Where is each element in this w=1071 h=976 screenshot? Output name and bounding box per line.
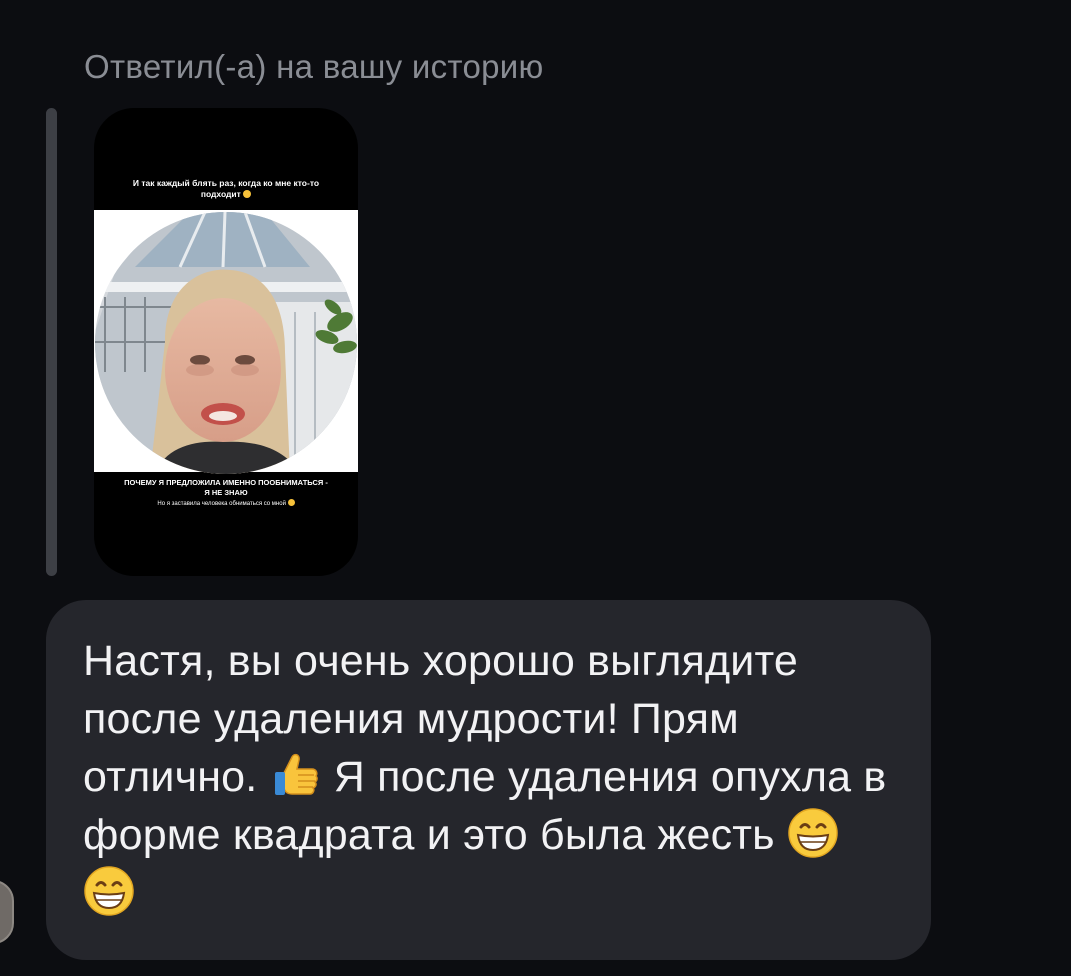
chat-screen: Ответил(-а) на вашу историю И так каждый… [0, 0, 1071, 976]
grimacing-face-icon [287, 499, 295, 506]
beaming-face-icon [83, 865, 135, 917]
beaming-face-icon [787, 807, 839, 859]
story-top-caption-text: И так каждый блять раз, когда ко мне кто… [132, 178, 320, 199]
reply-header: Ответил(-а) на вашу историю [84, 48, 544, 85]
story-video-frame [94, 210, 358, 474]
thumbs-up-icon [270, 749, 322, 801]
grinning-face-icon [243, 190, 252, 198]
story-bottom-caption-main: ПОЧЕМУ Я ПРЕДЛОЖИЛА ИМЕННО ПООБНИМАТЬСЯ … [124, 478, 328, 497]
story-bottom-caption: ПОЧЕМУ Я ПРЕДЛОЖИЛА ИМЕННО ПООБНИМАТЬСЯ … [94, 478, 358, 509]
sender-avatar[interactable] [0, 880, 14, 944]
story-top-caption: И так каждый блять раз, когда ко мне кто… [94, 178, 358, 200]
message-text: Настя, вы очень хорошо выглядите после у… [83, 632, 903, 922]
story-video-circle [95, 212, 357, 474]
story-photo [95, 212, 357, 474]
quote-bar [46, 108, 57, 576]
story-preview[interactable]: И так каждый блять раз, когда ко мне кто… [94, 108, 358, 576]
story-bottom-caption-sub: Но я заставила человека обниматься со мн… [157, 501, 286, 507]
message-bubble[interactable]: Настя, вы очень хорошо выглядите после у… [46, 600, 931, 960]
story-bottom-caption-sub-row: Но я заставила человека обниматься со мн… [94, 499, 358, 509]
